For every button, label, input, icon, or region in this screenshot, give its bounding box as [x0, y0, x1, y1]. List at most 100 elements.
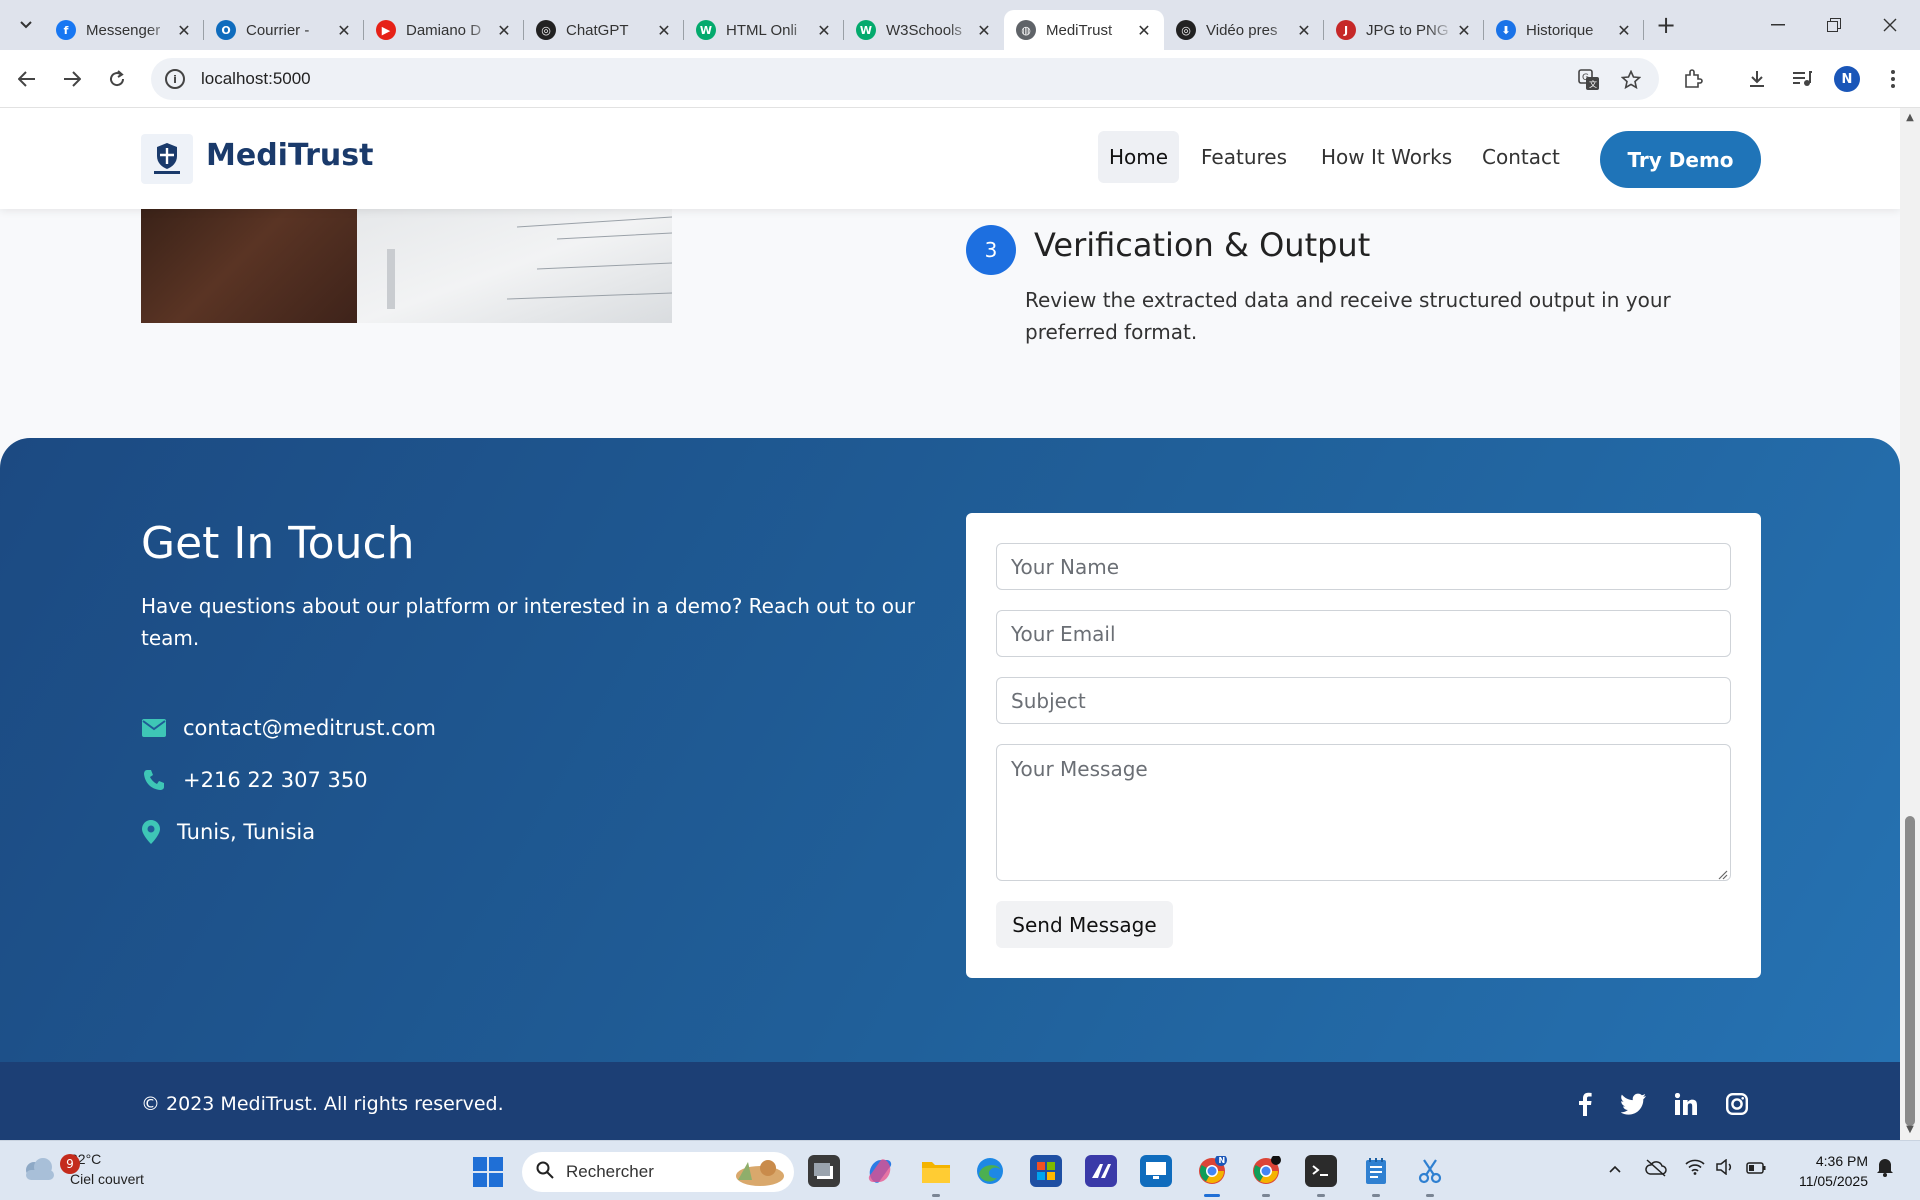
extensions-icon[interactable] [1676, 62, 1710, 96]
back-button[interactable] [10, 62, 44, 96]
send-message-button[interactable]: Send Message [996, 901, 1173, 948]
battery-icon[interactable] [1746, 1159, 1766, 1178]
url-text[interactable]: localhost:5000 [201, 69, 311, 89]
tab-close-icon[interactable]: ✕ [654, 21, 674, 40]
tab-title: HTML Onli [726, 21, 798, 39]
forward-button[interactable] [55, 62, 89, 96]
copilot-icon[interactable] [864, 1155, 896, 1187]
notepad-icon[interactable] [1360, 1155, 1392, 1187]
tab-close-icon[interactable]: ✕ [814, 21, 834, 40]
svg-text:文: 文 [1589, 79, 1597, 89]
browser-tab[interactable]: ▶ Damiano D ✕ [364, 10, 524, 50]
edge-browser-icon[interactable] [974, 1155, 1006, 1187]
microsoft-store-icon[interactable] [1030, 1155, 1062, 1187]
tab-close-icon[interactable]: ✕ [1614, 21, 1634, 40]
email-input[interactable] [996, 610, 1731, 657]
browser-tab[interactable]: W HTML Onli ✕ [684, 10, 844, 50]
tab-close-icon[interactable]: ✕ [334, 21, 354, 40]
minimize-button[interactable] [1750, 0, 1806, 50]
message-textarea[interactable] [996, 744, 1731, 881]
windows-start-icon[interactable] [473, 1157, 503, 1187]
reload-button[interactable] [100, 62, 134, 96]
tab-list: f Messenger ✕ O Courrier - ✕ ▶ Damiano D ✕ ◎ Chat… [44, 0, 1644, 50]
omnibox[interactable]: i localhost:5000 G文 [151, 58, 1659, 100]
browser-tab[interactable]: ◍ MediTrust ✕ [1004, 10, 1164, 50]
weather-text: 22°C Ciel couvert [70, 1149, 144, 1189]
contact-phone-row: +216 22 307 350 [141, 768, 368, 792]
twitter-icon[interactable] [1619, 1089, 1649, 1119]
page-scrollbar[interactable]: ▲ ▼ [1900, 108, 1920, 1140]
site-info-icon[interactable]: i [165, 69, 185, 89]
nav-features[interactable]: Features [1190, 131, 1298, 183]
minimize-icon [1771, 24, 1785, 26]
nav-how-it-works[interactable]: How It Works [1310, 131, 1463, 183]
translate-icon[interactable]: G文 [1575, 66, 1603, 94]
scroll-up-arrow-icon[interactable]: ▲ [1904, 112, 1916, 123]
browser-tab[interactable]: O Courrier - ✕ [204, 10, 364, 50]
svg-text:N: N [1219, 1156, 1226, 1165]
task-view-icon[interactable] [808, 1155, 840, 1187]
media-control-icon[interactable] [1785, 62, 1819, 96]
linkedin-icon[interactable] [1671, 1089, 1701, 1119]
taskbar-search[interactable]: Rechercher [522, 1152, 794, 1192]
browser-tab[interactable]: W W3Schools ✕ [844, 10, 1004, 50]
contact-phone[interactable]: +216 22 307 350 [183, 768, 368, 792]
running-indicator [1317, 1194, 1325, 1197]
onedrive-offline-icon[interactable] [1645, 1159, 1667, 1181]
tab-favicon-icon: O [216, 20, 236, 40]
try-demo-button[interactable]: Try Demo [1600, 131, 1761, 188]
tab-close-icon[interactable]: ✕ [1454, 21, 1474, 40]
tray-overflow-chevron-icon[interactable] [1608, 1159, 1622, 1178]
tab-search-button[interactable] [8, 7, 44, 43]
browser-tab[interactable]: ⬇ Historique ✕ [1484, 10, 1644, 50]
menu-kebab-icon[interactable] [1876, 62, 1910, 96]
contact-email[interactable]: contact@meditrust.com [183, 716, 436, 740]
volume-icon[interactable] [1716, 1158, 1734, 1179]
profile-avatar[interactable]: N [1834, 66, 1860, 92]
contact-section: Get In Touch Have questions about our pl… [0, 438, 1900, 1062]
tab-close-icon[interactable]: ✕ [174, 21, 194, 40]
restore-button[interactable] [1806, 0, 1862, 50]
download-icon[interactable] [1740, 62, 1774, 96]
name-input[interactable] [996, 543, 1731, 590]
chrome-profile-icon[interactable]: N [1196, 1155, 1228, 1187]
bookmark-star-icon[interactable] [1617, 66, 1645, 94]
tab-title: W3Schools [886, 21, 962, 39]
document-photo [141, 209, 672, 323]
nav-contact[interactable]: Contact [1471, 131, 1571, 183]
system-clock[interactable]: 4:36 PM 11/05/2025 [1780, 1151, 1868, 1191]
chrome-icon[interactable] [1250, 1155, 1282, 1187]
tab-close-icon[interactable]: ✕ [1134, 21, 1154, 40]
browser-tab[interactable]: J JPG to PNG ✕ [1324, 10, 1484, 50]
snipping-tool-icon[interactable] [1414, 1155, 1446, 1187]
weather-widget[interactable]: 9 22°C Ciel couvert [22, 1149, 144, 1189]
instagram-icon[interactable] [1722, 1089, 1752, 1119]
tab-close-icon[interactable]: ✕ [494, 21, 514, 40]
map-pin-icon [141, 820, 161, 844]
new-tab-button[interactable]: + [1648, 7, 1684, 43]
tab-close-icon[interactable]: ✕ [1294, 21, 1314, 40]
scrollbar-thumb[interactable] [1905, 816, 1915, 1126]
tab-favicon-icon: J [1336, 20, 1356, 40]
notification-bell-icon[interactable] [1876, 1157, 1894, 1181]
subject-input[interactable] [996, 677, 1731, 724]
brand-name[interactable]: MediTrust [206, 138, 373, 173]
file-explorer-icon[interactable] [920, 1155, 952, 1187]
remote-desktop-icon[interactable] [1140, 1155, 1172, 1187]
wifi-icon[interactable] [1685, 1159, 1705, 1179]
scroll-down-arrow-icon[interactable]: ▼ [1904, 1124, 1916, 1135]
tab-title: Damiano D [406, 21, 482, 39]
resize-grip-icon[interactable] [1718, 870, 1728, 880]
photo-leather-area [141, 209, 357, 323]
tab-close-icon[interactable]: ✕ [974, 21, 994, 40]
meditrust-logo[interactable] [141, 134, 193, 184]
browser-tab[interactable]: ◎ Vidéo pres ✕ [1164, 10, 1324, 50]
browser-tab[interactable]: ◎ ChatGPT ✕ [524, 10, 684, 50]
facebook-icon[interactable] [1570, 1089, 1600, 1119]
windows-taskbar: 9 22°C Ciel couvert Rechercher N 4:36 PM… [0, 1140, 1920, 1200]
browser-tab[interactable]: f Messenger ✕ [44, 10, 204, 50]
visual-studio-icon[interactable] [1085, 1155, 1117, 1187]
nav-home[interactable]: Home [1098, 131, 1180, 183]
close-window-button[interactable] [1862, 0, 1918, 50]
terminal-icon[interactable] [1305, 1155, 1337, 1187]
